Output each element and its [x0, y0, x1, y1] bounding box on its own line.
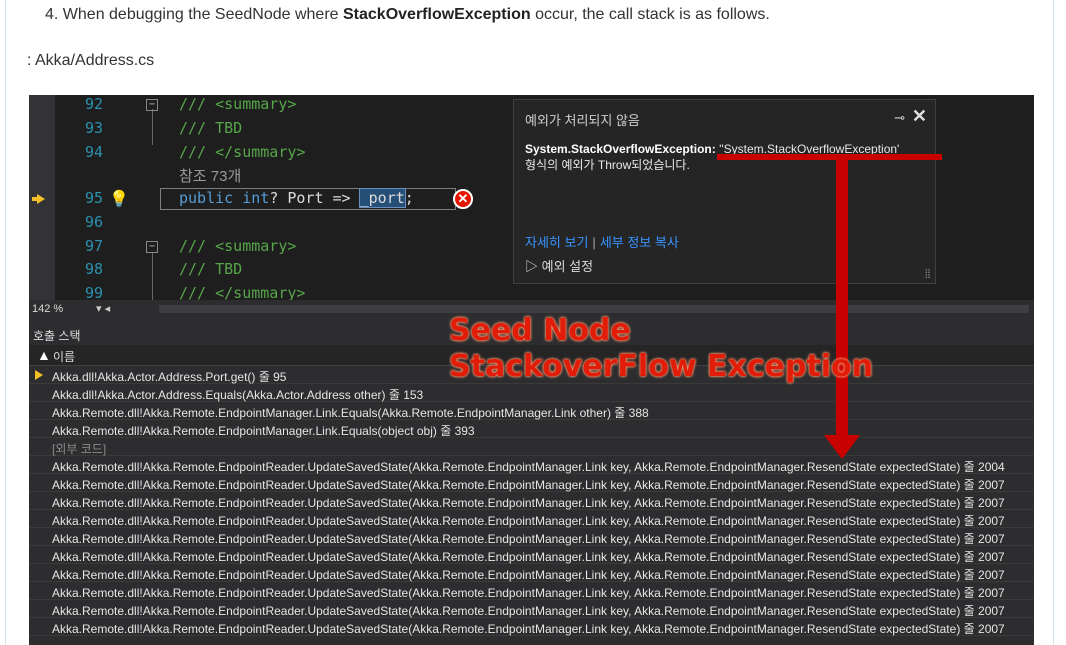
call-stack-row[interactable]: Akka.Remote.dll!Akka.Remote.EndpointRead…: [29, 600, 1034, 618]
annotation-underline: [717, 154, 942, 160]
close-icon[interactable]: ✕: [912, 106, 927, 127]
popup-links: 자세히 보기 | 세부 정보 복사: [525, 235, 679, 250]
call-stack-row[interactable]: Akka.Remote.dll!Akka.Remote.EndpointRead…: [29, 474, 1034, 492]
frame-text: Akka.dll!Akka.Actor.Address.Port.get() 줄…: [52, 370, 287, 384]
annotation-label-2: StackoverFlow Exception: [449, 349, 874, 384]
frame-text: Akka.Remote.dll!Akka.Remote.EndpointRead…: [52, 586, 1005, 600]
line-number: 92: [84, 95, 103, 113]
resize-grip-icon[interactable]: ⣿: [924, 268, 931, 279]
call-stack-row[interactable]: Akka.Remote.dll!Akka.Remote.EndpointRead…: [29, 528, 1034, 546]
call-stack-row[interactable]: Akka.Remote.dll!Akka.Remote.EndpointRead…: [29, 510, 1034, 528]
step-instruction: 4. When debugging the SeedNode where Sta…: [45, 6, 770, 24]
code-text: /// </summary>: [179, 143, 306, 161]
code-text: ? Port =>: [269, 189, 360, 207]
keyword-public: public: [179, 189, 234, 207]
frame-text: Akka.Remote.dll!Akka.Remote.EndpointRead…: [52, 550, 1005, 564]
call-stack-row[interactable]: [외부 코드]: [29, 438, 1034, 456]
frame-text: Akka.Remote.dll!Akka.Remote.EndpointRead…: [52, 514, 1005, 528]
call-stack-row[interactable]: Akka.Remote.dll!Akka.Remote.EndpointRead…: [29, 618, 1034, 636]
call-stack-row[interactable]: Akka.dll!Akka.Actor.Address.Equals(Akka.…: [29, 384, 1034, 402]
frame-text: Akka.Remote.dll!Akka.Remote.EndpointRead…: [52, 568, 1005, 582]
code-text: /// TBD: [179, 119, 243, 137]
frame-text: Akka.Remote.dll!Akka.Remote.EndpointRead…: [52, 604, 1005, 618]
exception-popup: 예외가 처리되지 않음 ⊸ ✕ System.StackOverflowExce…: [513, 99, 936, 284]
frame-text: Akka.Remote.dll!Akka.Remote.EndpointMana…: [52, 424, 475, 438]
line-number: 94: [84, 143, 103, 161]
fold-toggle-icon[interactable]: −: [146, 241, 158, 253]
call-stack-row[interactable]: Akka.Remote.dll!Akka.Remote.EndpointRead…: [29, 564, 1034, 582]
selected-identifier[interactable]: _port: [358, 188, 406, 208]
line-number: 96: [84, 213, 103, 231]
exception-type: System.StackOverflowException:: [525, 142, 716, 156]
zoom-level[interactable]: 142 %: [32, 303, 63, 315]
code-line-current: 95 public int? Port => _port;: [29, 188, 509, 213]
annotation-arrow-shaft: [836, 154, 848, 439]
call-stack-row[interactable]: Akka.Remote.dll!Akka.Remote.EndpointRead…: [29, 492, 1034, 510]
frame-text: Akka.Remote.dll!Akka.Remote.EndpointRead…: [52, 496, 1005, 510]
call-stack-row[interactable]: Akka.Remote.dll!Akka.Remote.EndpointRead…: [29, 456, 1034, 474]
code-line: 93 /// TBD: [29, 119, 509, 143]
line-number: 98: [84, 260, 103, 278]
code-text: /// TBD: [179, 260, 243, 278]
annotation-label-1: Seed Node: [449, 313, 631, 348]
keyword-int: int: [242, 189, 270, 207]
code-line: 94 /// </summary>: [29, 143, 509, 167]
exception-desc: 형식의 예외가 Throw되었습니다.: [525, 158, 690, 172]
current-frame-arrow-icon: [35, 370, 43, 380]
scroll-left-icon[interactable]: ▾ ◂: [96, 302, 110, 315]
reference-count[interactable]: 참조 73개: [179, 165, 241, 186]
instruction-suffix: occur, the call stack is as follows.: [530, 6, 770, 23]
instruction-prefix: 4. When debugging the SeedNode where: [45, 6, 343, 23]
instruction-emphasis: StackOverflowException: [343, 6, 531, 23]
copy-details-link[interactable]: 세부 정보 복사: [600, 235, 679, 250]
mouse-cursor-icon: ▲: [37, 347, 51, 363]
call-stack-row[interactable]: Akka.Remote.dll!Akka.Remote.EndpointRead…: [29, 546, 1034, 564]
code-line: 92 − /// <summary>: [29, 95, 509, 119]
exception-settings-toggle[interactable]: ▷ 예외 설정: [525, 256, 593, 275]
code-line: 96: [29, 213, 509, 237]
call-stack-title: 호출 스택: [33, 329, 81, 343]
call-stack-row[interactable]: Akka.Remote.dll!Akka.Remote.EndpointRead…: [29, 582, 1034, 600]
frame-text: Akka.Remote.dll!Akka.Remote.EndpointMana…: [52, 406, 649, 420]
popup-title: 예외가 처리되지 않음: [525, 113, 640, 128]
file-label: : Akka/Address.cs: [27, 52, 155, 69]
pin-icon[interactable]: ⊸: [894, 110, 905, 126]
frame-text: Akka.Remote.dll!Akka.Remote.EndpointRead…: [52, 622, 1005, 636]
code-line: 97 − /// <summary>: [29, 237, 509, 261]
line-number: 95: [84, 189, 103, 207]
frame-text: [외부 코드]: [52, 442, 107, 456]
code-text: ;: [404, 189, 414, 207]
call-stack-row[interactable]: Akka.Remote.dll!Akka.Remote.EndpointMana…: [29, 402, 1034, 420]
frame-text: Akka.Remote.dll!Akka.Remote.EndpointRead…: [52, 532, 1005, 546]
horizontal-scrollbar[interactable]: [159, 305, 1029, 313]
line-number: 93: [84, 119, 103, 137]
code-text: /// <summary>: [179, 95, 297, 113]
annotation-arrow-head: [824, 435, 860, 459]
code-editor: 92 − /// <summary> 93 /// TBD 94 /// </s…: [29, 95, 1034, 302]
line-number: 97: [84, 237, 103, 255]
frame-text: Akka.Remote.dll!Akka.Remote.EndpointRead…: [52, 460, 1005, 474]
error-icon[interactable]: ✕: [453, 189, 473, 209]
column-name[interactable]: 이름: [53, 348, 75, 365]
code-line: 98 /// TBD: [29, 260, 509, 284]
code-text: /// <summary>: [179, 237, 297, 255]
fold-toggle-icon[interactable]: −: [146, 99, 158, 111]
frame-text: Akka.Remote.dll!Akka.Remote.EndpointRead…: [52, 478, 1005, 492]
frame-text: Akka.dll!Akka.Actor.Address.Equals(Akka.…: [52, 388, 424, 402]
call-stack-row[interactable]: Akka.Remote.dll!Akka.Remote.EndpointMana…: [29, 420, 1034, 438]
view-details-link[interactable]: 자세히 보기: [525, 235, 588, 250]
debugger-screenshot: 92 − /// <summary> 93 /// TBD 94 /// </s…: [29, 95, 1034, 645]
